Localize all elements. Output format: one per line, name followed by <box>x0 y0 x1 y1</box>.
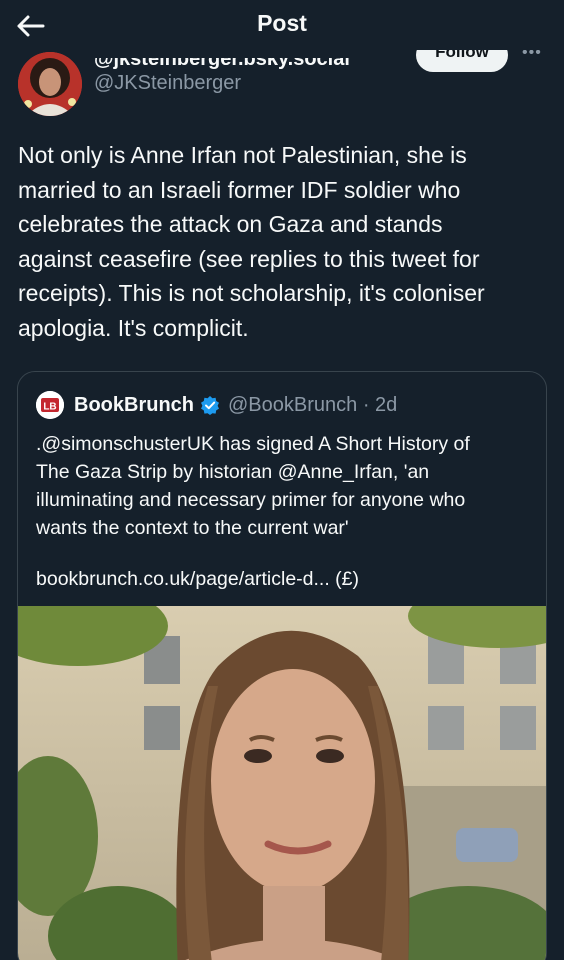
tweet-line: apologia. It's complicit. <box>18 314 249 341</box>
tweet-line: receipts). This is not scholarship, it's… <box>18 280 485 306</box>
quoted-line: wants the context to the current war' <box>36 517 349 539</box>
quoted-tweet-card[interactable]: LB BookBrunch @BookBrunch · 2d .@simonsc… <box>17 371 547 960</box>
tweet-line: celebrates the attack on Gaza and stands <box>18 211 443 237</box>
quoted-tweet-text: .@simonschusterUK has signed A Short His… <box>36 430 536 542</box>
page-title: Post <box>257 10 307 36</box>
quoted-line: illuminating and necessary primer for an… <box>36 489 466 511</box>
author-display-name[interactable]: @jksteinberger.bsky.social <box>94 58 350 71</box>
tweet-line: against ceasefire (see replies to this t… <box>18 245 480 272</box>
bookbrunch-logo-icon[interactable]: LB <box>36 391 64 419</box>
avatar[interactable] <box>18 52 82 116</box>
quoted-line: The Gaza Strip by historian @Anne_Irfan,… <box>36 461 430 483</box>
quoted-line: .@simonschusterUK has signed A Short His… <box>36 433 470 455</box>
top-bar: Post <box>0 0 564 50</box>
tweet-line: Not only is Anne Irfan not Palestinian, … <box>18 142 467 168</box>
quoted-tweet-header: LB BookBrunch @BookBrunch · 2d <box>36 390 397 420</box>
verified-badge-icon <box>201 396 219 415</box>
tweet-text: Not only is Anne Irfan not Palestinian, … <box>18 138 548 345</box>
quoted-tweet-image[interactable] <box>18 584 546 960</box>
quoted-link[interactable]: bookbrunch.co.uk/page/article-d... (£) <box>36 568 359 591</box>
author-handle[interactable]: @JKSteinberger <box>94 72 241 95</box>
logo-text: LB <box>43 402 56 413</box>
tweet-line: married to an Israeli former IDF soldier… <box>18 176 461 203</box>
quoted-handle-time[interactable]: @BookBrunch · 2d <box>228 394 397 417</box>
quoted-author-name[interactable]: BookBrunch <box>74 394 194 417</box>
